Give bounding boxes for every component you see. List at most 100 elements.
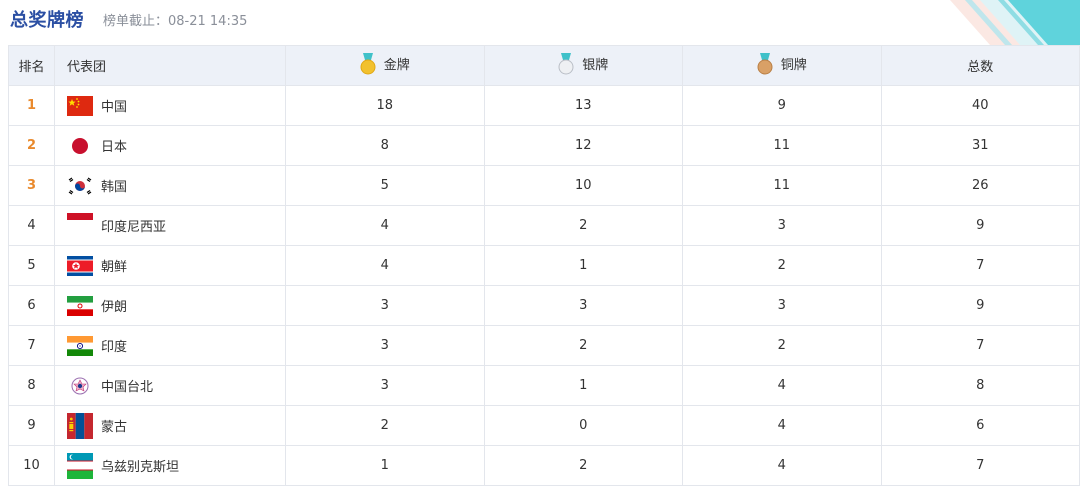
rank-cell: 3 bbox=[8, 165, 55, 206]
gold-count: 3 bbox=[285, 365, 485, 406]
team-cell: 朝鲜 bbox=[54, 245, 286, 286]
silver-count: 2 bbox=[483, 205, 683, 246]
bronze-count: 2 bbox=[682, 325, 882, 366]
total-count: 8 bbox=[880, 365, 1080, 406]
gold-count: 5 bbox=[285, 165, 485, 206]
table-row: 3 韩国 5 10 11 26 bbox=[8, 165, 1080, 206]
bronze-header-label: 铜牌 bbox=[780, 58, 807, 73]
silver-count: 2 bbox=[483, 325, 683, 366]
team-name: 蒙古 bbox=[101, 420, 128, 435]
medal-table: 排名 代表团 金牌 银牌 铜牌 总数 1 中国 18 13 9 40 2 日本 … bbox=[8, 45, 1080, 486]
team-cell: 伊朗 bbox=[54, 285, 286, 326]
team-cell: 日本 bbox=[54, 125, 286, 166]
gold-count: 4 bbox=[285, 205, 485, 246]
total-header: 总数 bbox=[880, 45, 1080, 86]
team-cell: 蒙古 bbox=[54, 405, 286, 446]
team-name: 日本 bbox=[101, 140, 128, 155]
north-korea-flag-icon bbox=[67, 253, 93, 279]
bronze-count: 2 bbox=[682, 245, 882, 286]
bronze-count: 4 bbox=[682, 365, 882, 406]
total-count: 9 bbox=[880, 205, 1080, 246]
rank-cell: 1 bbox=[8, 85, 55, 126]
total-count: 7 bbox=[880, 445, 1080, 486]
rank-cell: 5 bbox=[8, 245, 55, 286]
mongolia-flag-icon bbox=[67, 412, 93, 439]
table-row: 9 蒙古 2 0 4 6 bbox=[8, 405, 1080, 446]
cutoff-time: 榜单截止：08-21 14:35 bbox=[103, 14, 248, 29]
gold-header-label: 金牌 bbox=[383, 58, 410, 73]
silver-count: 10 bbox=[483, 165, 683, 206]
korea-flag-icon bbox=[67, 173, 93, 199]
total-count: 6 bbox=[880, 405, 1080, 446]
table-row: 1 中国 18 13 9 40 bbox=[8, 85, 1080, 126]
bronze-header: 铜牌 bbox=[682, 45, 882, 86]
team-name: 中国台北 bbox=[101, 380, 154, 395]
table-row: 2 日本 8 12 11 31 bbox=[8, 125, 1080, 166]
total-count: 7 bbox=[880, 325, 1080, 366]
table-header-row: 排名 代表团 金牌 银牌 铜牌 总数 bbox=[8, 45, 1080, 86]
gold-count: 4 bbox=[285, 245, 485, 286]
uzbekistan-flag-icon bbox=[67, 452, 93, 479]
team-name: 印度尼西亚 bbox=[101, 220, 167, 235]
silver-count: 3 bbox=[483, 285, 683, 326]
team-cell: 中国 bbox=[54, 85, 286, 126]
team-cell: 印度尼西亚 bbox=[54, 205, 286, 246]
chinese-taipei-flag-icon bbox=[67, 373, 93, 399]
gold-count: 8 bbox=[285, 125, 485, 166]
rank-cell: 7 bbox=[8, 325, 55, 366]
rank-cell: 8 bbox=[8, 365, 55, 406]
china-flag-icon bbox=[67, 93, 93, 119]
total-count: 9 bbox=[880, 285, 1080, 326]
bronze-count: 11 bbox=[682, 165, 882, 206]
rank-cell: 6 bbox=[8, 285, 55, 326]
rank-cell: 10 bbox=[8, 445, 55, 486]
total-count: 31 bbox=[880, 125, 1080, 166]
team-header: 代表团 bbox=[54, 45, 286, 86]
bronze-count: 9 bbox=[682, 85, 882, 126]
silver-count: 2 bbox=[483, 445, 683, 486]
team-name: 朝鲜 bbox=[101, 260, 128, 275]
team-name: 韩国 bbox=[101, 180, 128, 195]
team-name: 中国 bbox=[101, 100, 128, 115]
table-row: 10 乌兹别克斯坦 1 2 4 7 bbox=[8, 445, 1080, 486]
bronze-count: 3 bbox=[682, 205, 882, 246]
gold-count: 3 bbox=[285, 285, 485, 326]
bronze-count: 4 bbox=[682, 405, 882, 446]
team-name: 伊朗 bbox=[101, 300, 128, 315]
page-header: 总奖牌榜 榜单截止：08-21 14:35 bbox=[0, 0, 1080, 45]
silver-count: 1 bbox=[483, 365, 683, 406]
team-cell: 乌兹别克斯坦 bbox=[54, 445, 286, 486]
silver-count: 1 bbox=[483, 245, 683, 286]
silver-medal-icon bbox=[558, 52, 574, 74]
table-row: 6 伊朗 3 3 3 9 bbox=[8, 285, 1080, 326]
gold-count: 2 bbox=[285, 405, 485, 446]
rank-header: 排名 bbox=[8, 45, 55, 86]
rank-cell: 9 bbox=[8, 405, 55, 446]
team-cell: 印度 bbox=[54, 325, 286, 366]
rank-cell: 4 bbox=[8, 205, 55, 246]
gold-count: 3 bbox=[285, 325, 485, 366]
rank-cell: 2 bbox=[8, 125, 55, 166]
gold-count: 1 bbox=[285, 445, 485, 486]
table-row: 7 印度 3 2 2 7 bbox=[8, 325, 1080, 366]
bronze-medal-icon bbox=[757, 52, 773, 74]
silver-header-label: 银牌 bbox=[582, 58, 609, 73]
table-row: 4 印度尼西亚 4 2 3 9 bbox=[8, 205, 1080, 246]
silver-count: 12 bbox=[483, 125, 683, 166]
team-cell: 韩国 bbox=[54, 165, 286, 206]
iran-flag-icon bbox=[67, 293, 93, 319]
table-row: 8 中国台北 3 1 4 8 bbox=[8, 365, 1080, 406]
team-name: 印度 bbox=[101, 340, 128, 355]
indonesia-flag-icon bbox=[67, 212, 93, 239]
total-count: 26 bbox=[880, 165, 1080, 206]
team-cell: 中国台北 bbox=[54, 365, 286, 406]
bronze-count: 4 bbox=[682, 445, 882, 486]
table-row: 5 朝鲜 4 1 2 7 bbox=[8, 245, 1080, 286]
team-name: 乌兹别克斯坦 bbox=[101, 460, 180, 475]
bronze-count: 3 bbox=[682, 285, 882, 326]
header-decoration bbox=[950, 0, 1080, 45]
silver-count: 13 bbox=[483, 85, 683, 126]
gold-medal-icon bbox=[360, 52, 376, 74]
total-count: 40 bbox=[880, 85, 1080, 126]
bronze-count: 11 bbox=[682, 125, 882, 166]
